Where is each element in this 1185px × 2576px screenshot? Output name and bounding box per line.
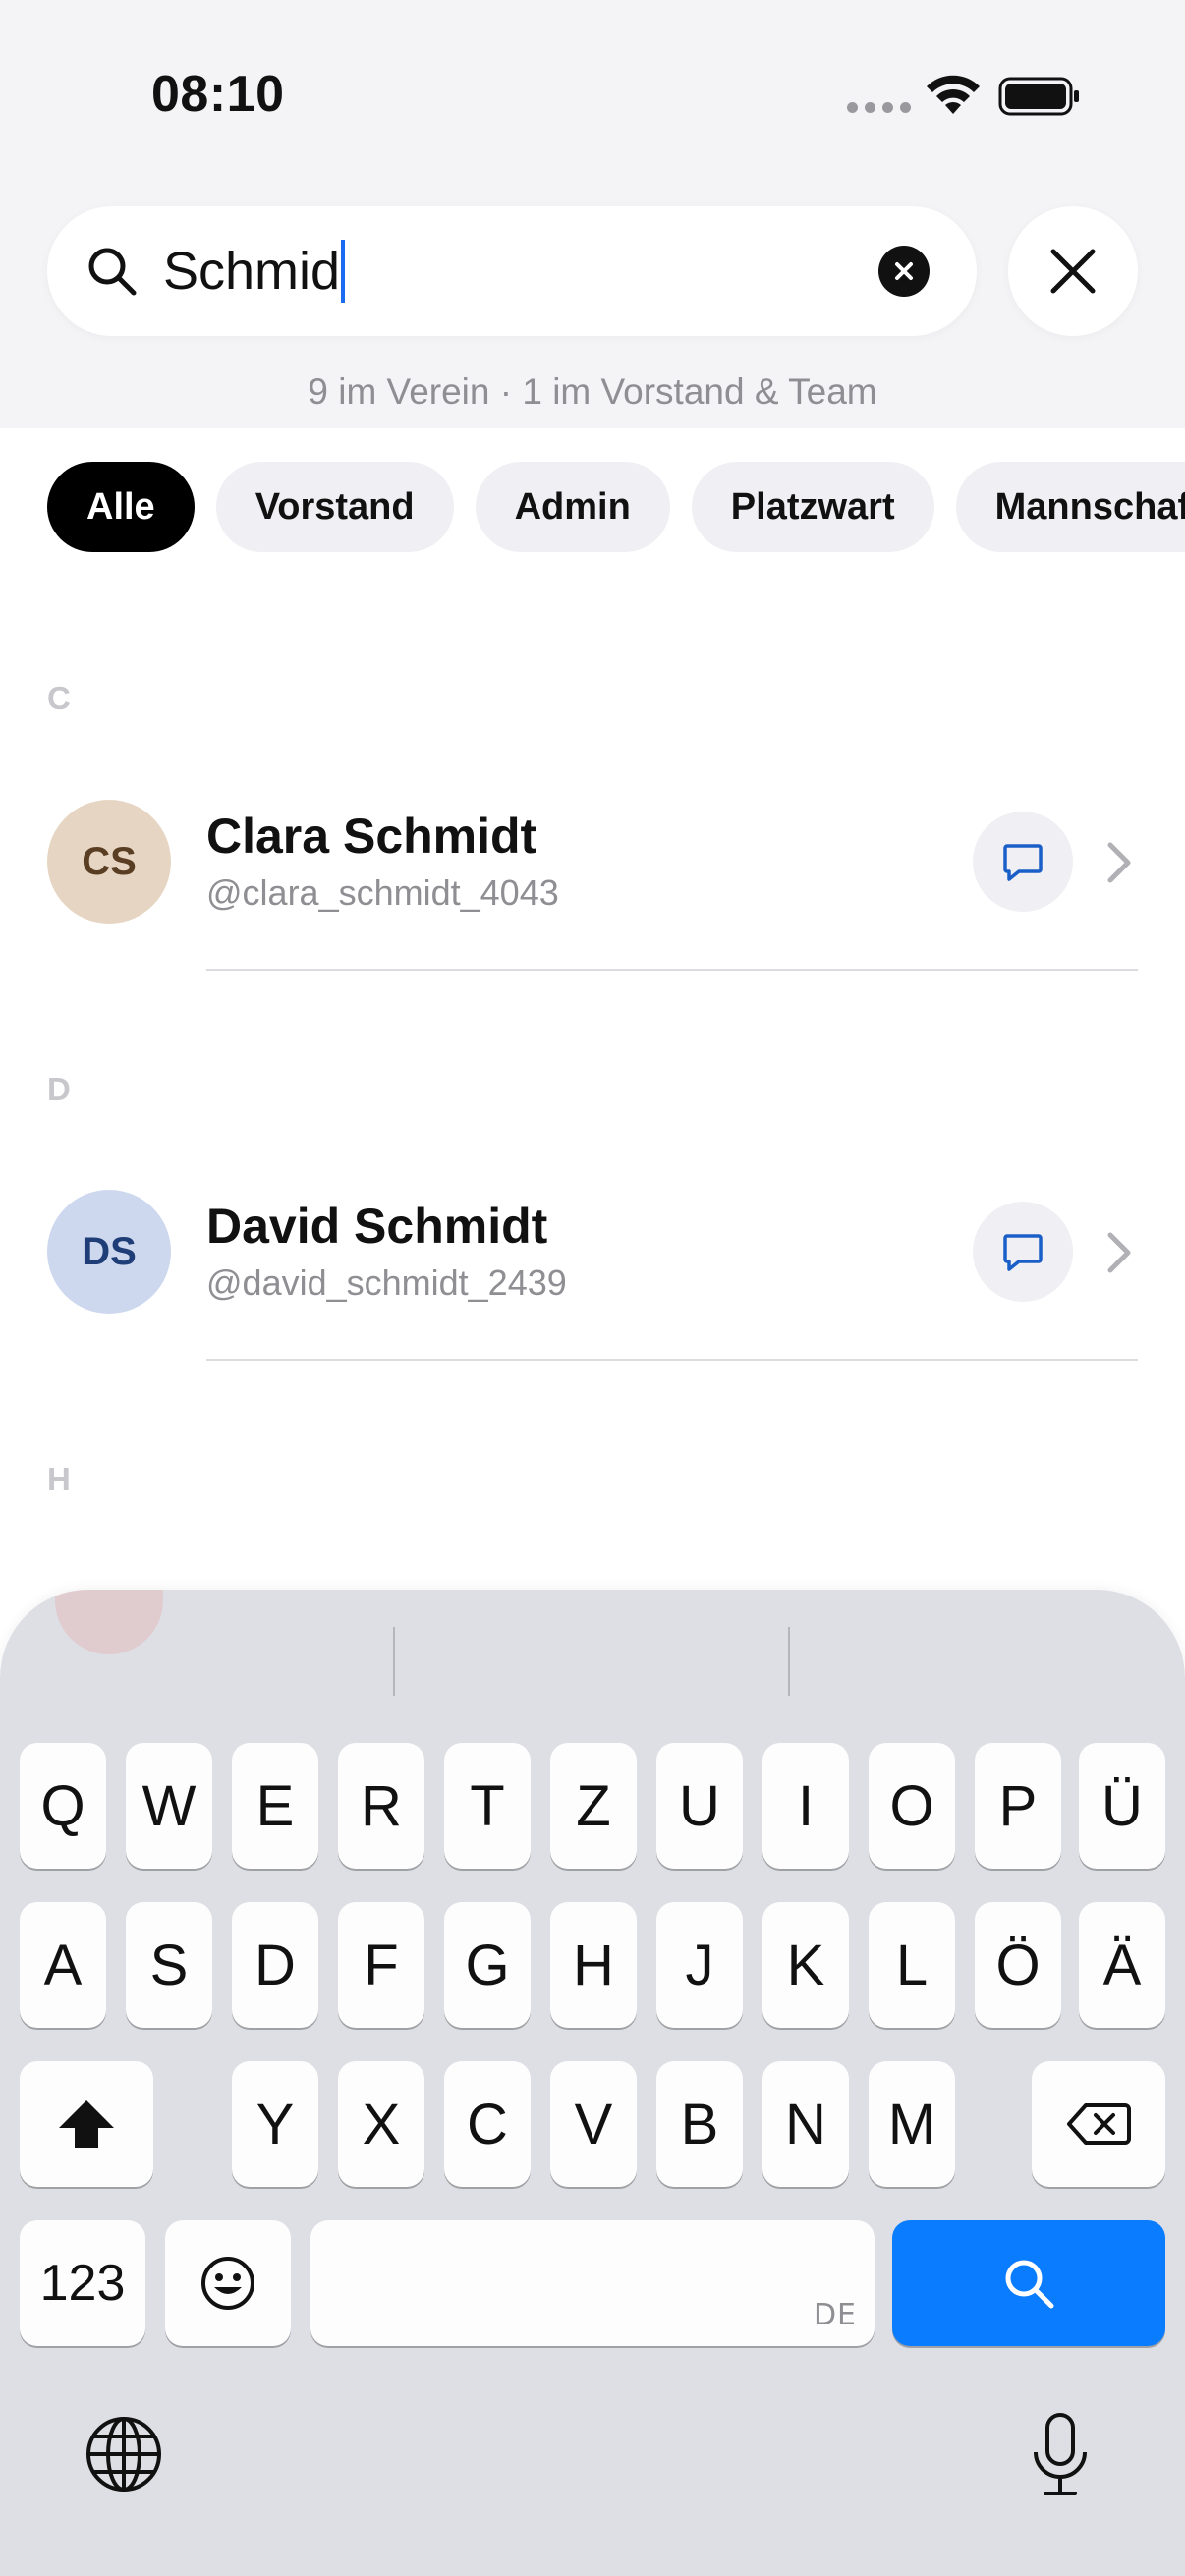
chip-alle[interactable]: Alle bbox=[47, 462, 195, 552]
wifi-icon bbox=[927, 75, 980, 114]
key-m[interactable]: M bbox=[869, 2061, 955, 2187]
member-row-clara-schmidt[interactable]: CS Clara Schmidt @clara_schmidt_4043 bbox=[0, 764, 1185, 961]
key-x[interactable]: X bbox=[338, 2061, 424, 2187]
key-b[interactable]: B bbox=[656, 2061, 743, 2187]
avatar: CS bbox=[47, 800, 171, 924]
close-search-button[interactable] bbox=[1008, 206, 1138, 336]
key-f[interactable]: F bbox=[338, 1902, 424, 2028]
key-u[interactable]: U bbox=[656, 1743, 743, 1869]
member-name: David Schmidt bbox=[206, 1199, 548, 1254]
member-row-david-schmidt[interactable]: DS David Schmidt @david_schmidt_2439 bbox=[0, 1154, 1185, 1351]
key-g[interactable]: G bbox=[444, 1902, 531, 2028]
member-handle: @clara_schmidt_4043 bbox=[206, 872, 559, 913]
clear-search-button[interactable] bbox=[878, 246, 930, 297]
key-ue[interactable]: Ü bbox=[1079, 1743, 1165, 1869]
key-h[interactable]: H bbox=[550, 1902, 637, 2028]
key-i[interactable]: I bbox=[762, 1743, 849, 1869]
key-j[interactable]: J bbox=[656, 1902, 743, 2028]
search-icon bbox=[1005, 2260, 1054, 2309]
key-p[interactable]: P bbox=[975, 1743, 1061, 1869]
globe-icon[interactable] bbox=[85, 2415, 163, 2493]
onscreen-keyboard: Q W E R T Z U I O P Ü A S D F G H J K L … bbox=[0, 1590, 1185, 2576]
chip-vorstand[interactable]: Vorstand bbox=[215, 462, 454, 552]
key-d[interactable]: D bbox=[232, 1902, 318, 2028]
result-summary: 9 im Verein · 1 im Vorstand & Team bbox=[308, 371, 877, 412]
key-c[interactable]: C bbox=[444, 2061, 531, 2187]
delete-key[interactable] bbox=[1032, 2061, 1165, 2187]
search-field[interactable]: Schmid bbox=[47, 206, 977, 336]
key-s[interactable]: S bbox=[126, 1902, 212, 2028]
key-ae[interactable]: Ä bbox=[1079, 1902, 1165, 2028]
key-q[interactable]: Q bbox=[20, 1743, 106, 1869]
chevron-right-icon bbox=[1107, 842, 1131, 883]
keyboard-language-tag: DE bbox=[813, 2298, 857, 2332]
key-z[interactable]: Z bbox=[550, 1743, 637, 1869]
key-oe[interactable]: Ö bbox=[975, 1902, 1061, 2028]
section-header-d: D bbox=[47, 1071, 71, 1107]
key-e[interactable]: E bbox=[232, 1743, 318, 1869]
key-v[interactable]: V bbox=[550, 2061, 637, 2187]
avatar: DS bbox=[47, 1190, 171, 1314]
section-header-c: C bbox=[47, 680, 71, 716]
backspace-icon bbox=[1067, 2103, 1131, 2145]
key-y[interactable]: Y bbox=[232, 2061, 318, 2187]
chat-bubble-icon bbox=[1003, 1234, 1043, 1271]
battery-icon bbox=[998, 77, 1079, 116]
chip-admin[interactable]: Admin bbox=[475, 462, 670, 552]
chip-platzwart[interactable]: Platzwart bbox=[691, 462, 934, 552]
chevron-right-icon bbox=[1107, 1232, 1131, 1273]
search-icon bbox=[88, 248, 137, 296]
prediction-separator bbox=[393, 1627, 395, 1696]
emoji-key[interactable] bbox=[165, 2220, 291, 2346]
search-input[interactable]: Schmid bbox=[163, 240, 346, 303]
status-bar: 08:10 bbox=[0, 0, 1185, 187]
chip-mannschaft[interactable]: Mannschaft bbox=[955, 462, 1185, 552]
message-button[interactable] bbox=[973, 812, 1073, 912]
key-w[interactable]: W bbox=[126, 1743, 212, 1869]
key-t[interactable]: T bbox=[444, 1743, 531, 1869]
space-key[interactable]: DE bbox=[310, 2220, 875, 2346]
header-area: 08:10 Schmid 9 im Verein · 1 im Vorstand… bbox=[0, 0, 1185, 428]
member-name: Clara Schmidt bbox=[206, 809, 537, 864]
close-icon bbox=[1050, 249, 1096, 294]
numbers-key[interactable]: 123 bbox=[20, 2220, 145, 2346]
status-time: 08:10 bbox=[151, 66, 285, 123]
chat-bubble-icon bbox=[1003, 844, 1043, 881]
message-button[interactable] bbox=[973, 1202, 1073, 1302]
key-a[interactable]: A bbox=[20, 1902, 106, 2028]
shift-key[interactable] bbox=[20, 2061, 153, 2187]
row-divider bbox=[206, 1359, 1138, 1361]
section-header-h: H bbox=[47, 1461, 71, 1497]
clear-icon bbox=[895, 262, 913, 280]
key-k[interactable]: K bbox=[762, 1902, 849, 2028]
text-caret bbox=[341, 240, 346, 303]
member-handle: @david_schmidt_2439 bbox=[206, 1262, 567, 1303]
emoji-icon bbox=[201, 2257, 254, 2310]
prediction-separator bbox=[788, 1627, 790, 1696]
key-o[interactable]: O bbox=[869, 1743, 955, 1869]
obscured-list-row bbox=[0, 1590, 1185, 1678]
key-l[interactable]: L bbox=[869, 1902, 955, 2028]
shift-arrow-icon bbox=[59, 2100, 114, 2148]
cellular-signal-icon bbox=[847, 102, 911, 113]
search-submit-key[interactable] bbox=[892, 2220, 1165, 2346]
filter-chips: Alle Vorstand Admin Platzwart Mannschaft bbox=[47, 462, 1185, 552]
key-r[interactable]: R bbox=[338, 1743, 424, 1869]
key-n[interactable]: N bbox=[762, 2061, 849, 2187]
microphone-icon[interactable] bbox=[1026, 2411, 1095, 2499]
row-divider bbox=[206, 969, 1138, 971]
